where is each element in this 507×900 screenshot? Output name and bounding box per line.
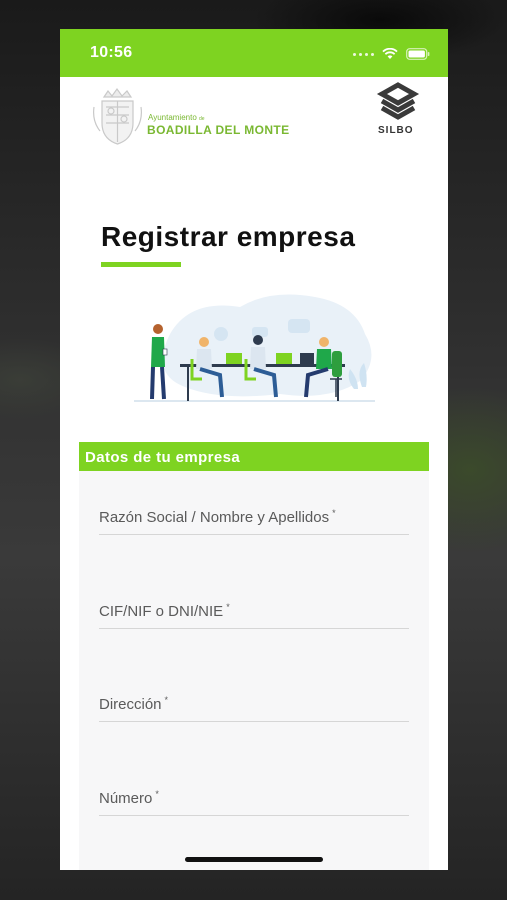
field-numero[interactable]: Número * <box>99 785 409 816</box>
status-bar: 10:56 <box>60 29 448 77</box>
page-title: Registrar empresa <box>101 221 356 252</box>
town-label-de: de <box>199 116 205 122</box>
title-underline <box>101 262 181 267</box>
numero-input[interactable] <box>99 785 409 813</box>
company-form-card: Datos de tu empresa Razón Social / Nombr… <box>79 442 429 870</box>
town-name: BOADILLA DEL MONTE <box>147 123 290 137</box>
form-section-title: Datos de tu empresa <box>85 449 241 466</box>
status-time: 10:56 <box>90 44 133 61</box>
silbo-brand-text: SILBO <box>378 125 414 136</box>
form-section-header: Datos de tu empresa <box>79 442 429 471</box>
razon-social-input[interactable] <box>99 504 409 532</box>
cif-nif-input[interactable] <box>99 598 409 626</box>
battery-icon <box>406 48 430 60</box>
direccion-input[interactable] <box>99 691 409 719</box>
status-icons <box>353 47 430 61</box>
app-header: Ayuntamiento de BOADILLA DEL MONTE SILBO <box>60 77 448 157</box>
wifi-icon <box>382 48 398 59</box>
field-cif-nif[interactable]: CIF/NIF o DNI/NIE * <box>99 598 409 629</box>
signal-icon <box>353 52 374 56</box>
town-crest-icon <box>93 87 142 145</box>
town-label-small: Ayuntamiento de <box>148 113 205 122</box>
silbo-logo-icon <box>376 82 420 120</box>
field-razon-social[interactable]: Razón Social / Nombre y Apellidos * <box>99 504 409 535</box>
app-screen: 10:56 Ayuntamiento de BOADILLA DEL MONTE… <box>60 29 448 870</box>
home-indicator[interactable] <box>185 857 323 862</box>
field-direccion[interactable]: Dirección * <box>99 691 409 722</box>
office-illustration <box>134 294 375 402</box>
town-label-ayuntamiento: Ayuntamiento <box>148 113 197 122</box>
